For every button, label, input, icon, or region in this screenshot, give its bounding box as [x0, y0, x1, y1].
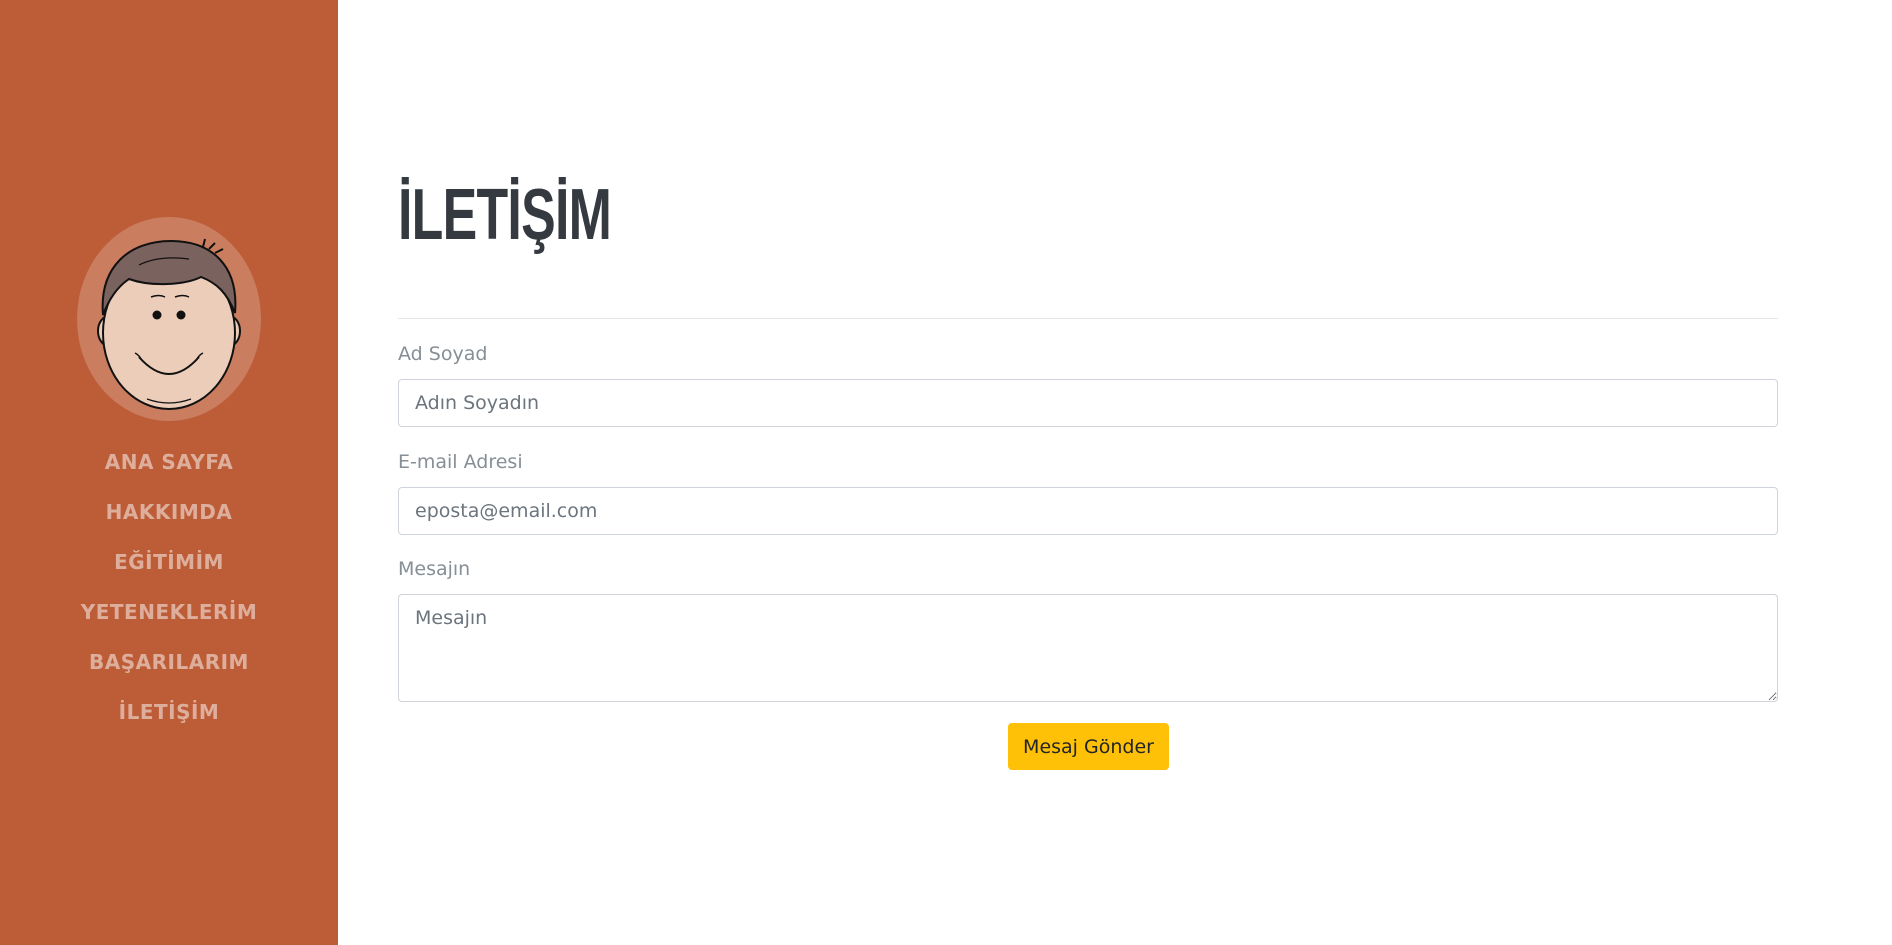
message-textarea[interactable]	[398, 594, 1778, 702]
section-divider	[398, 318, 1778, 319]
send-message-button[interactable]: Mesaj Gönder	[1008, 723, 1169, 770]
sidebar-nav: ANA SAYFA HAKKIMDA EĞİTİMİM YETENEKLERİM…	[0, 446, 338, 746]
email-input[interactable]	[398, 487, 1778, 535]
page-title: İLETİŞİM	[398, 175, 612, 255]
message-label: Mesajın	[398, 558, 471, 580]
nav-item-skills[interactable]: YETENEKLERİM	[0, 596, 338, 646]
cartoon-boy-face-icon	[97, 238, 241, 410]
nav-item-achievements[interactable]: BAŞARILARIM	[0, 646, 338, 696]
email-label: E-mail Adresi	[398, 451, 523, 473]
main-content: İLETİŞİM Ad Soyad E-mail Adresi Mesajın …	[398, 0, 1778, 945]
nav-item-about[interactable]: HAKKIMDA	[0, 496, 338, 546]
avatar[interactable]	[77, 217, 261, 421]
nav-item-contact[interactable]: İLETİŞİM	[0, 696, 338, 746]
name-label: Ad Soyad	[398, 343, 488, 365]
nav-item-home[interactable]: ANA SAYFA	[0, 446, 338, 496]
sidebar: ANA SAYFA HAKKIMDA EĞİTİMİM YETENEKLERİM…	[0, 0, 338, 945]
nav-item-education[interactable]: EĞİTİMİM	[0, 546, 338, 596]
name-input[interactable]	[398, 379, 1778, 427]
